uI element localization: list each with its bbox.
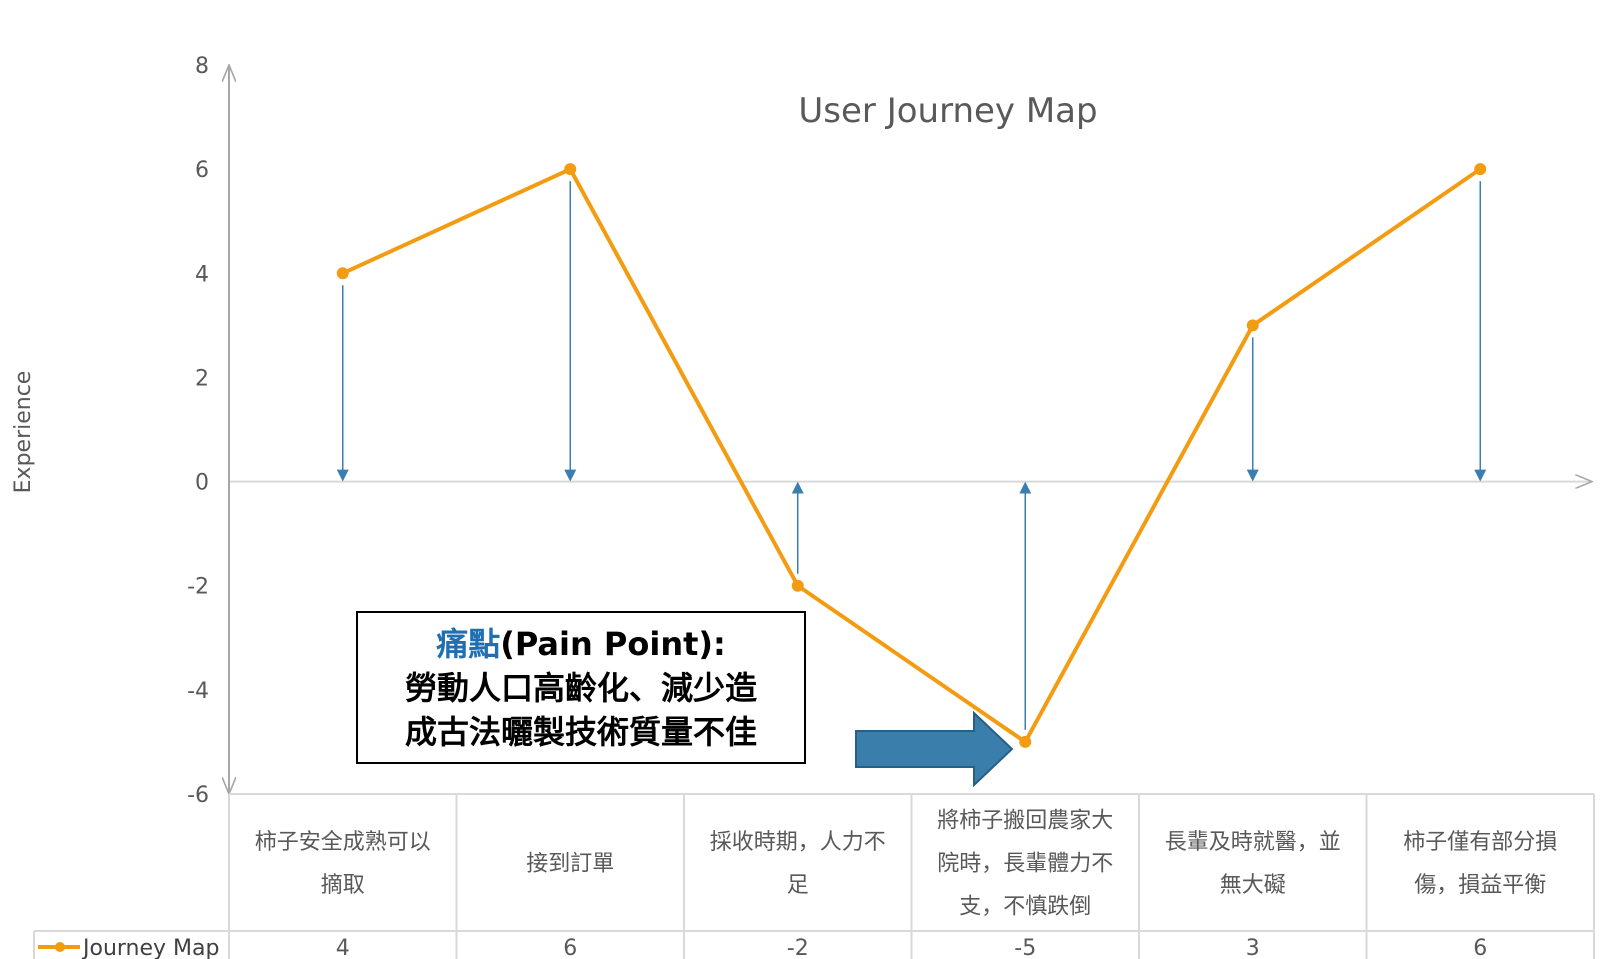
y-axis-title: Experience [11,371,36,494]
legend-marker-swatch [55,942,65,952]
data-point [1019,735,1032,748]
pain-point-accent: 痛點 [436,624,501,663]
y-tick-label: -6 [187,783,209,808]
y-tick-label: -4 [187,679,209,704]
y-tick-label: -2 [187,575,209,600]
category-label: 採收時期，人力不 [710,830,886,855]
pain-point-arrow [855,710,1014,788]
y-tick-label: 8 [195,54,209,79]
data-point [1246,319,1259,332]
data-point [336,267,349,280]
legend-series-label: Journey Map [81,936,219,959]
table-value-cell: 6 [563,936,577,959]
table-value-cell: 4 [336,936,350,959]
data-point [791,579,804,592]
table-value-cell: -2 [787,936,809,959]
category-label: 摘取 [321,873,365,898]
category-label: 無大礙 [1220,873,1286,898]
pain-point-line-2: 成古法曬製技術質量不佳 [404,712,757,751]
pain-point-heading: 痛點(Pain Point): [436,622,726,666]
table-value-cell: 6 [1473,936,1487,959]
category-label: 傷，損益平衡 [1414,873,1546,898]
category-label: 院時，長輩體力不 [937,852,1113,877]
pain-point-line-1: 勞動人口高齡化、減少造 [404,668,757,707]
category-label: 將柿子搬回農家大 [937,809,1113,834]
y-tick-label: 0 [195,471,209,496]
journey-map-chart: User Journey Map Experience 86420-2-4-6 … [11,54,1595,959]
data-point [564,163,577,176]
category-label: 柿子僅有部分損 [1403,830,1557,855]
table-value-cell: -5 [1014,936,1036,959]
table-value-cell: 3 [1246,936,1260,959]
pain-point-title: (Pain Point): [500,624,726,663]
y-tick-label: 2 [195,366,209,391]
category-label: 長輩及時就醫，並 [1165,830,1341,855]
y-tick-label: 4 [195,262,209,287]
category-label: 足 [787,873,809,898]
category-label: 柿子安全成熟可以 [255,830,431,855]
chart-title: User Journey Map [798,91,1097,131]
category-label: 支，不慎跌倒 [959,895,1091,920]
pain-point-callout: 痛點(Pain Point): 勞動人口高齡化、減少造 成古法曬製技術質量不佳 [356,611,806,764]
category-label: 接到訂單 [526,852,614,877]
data-point [1474,163,1487,176]
y-tick-label: 6 [195,158,209,183]
